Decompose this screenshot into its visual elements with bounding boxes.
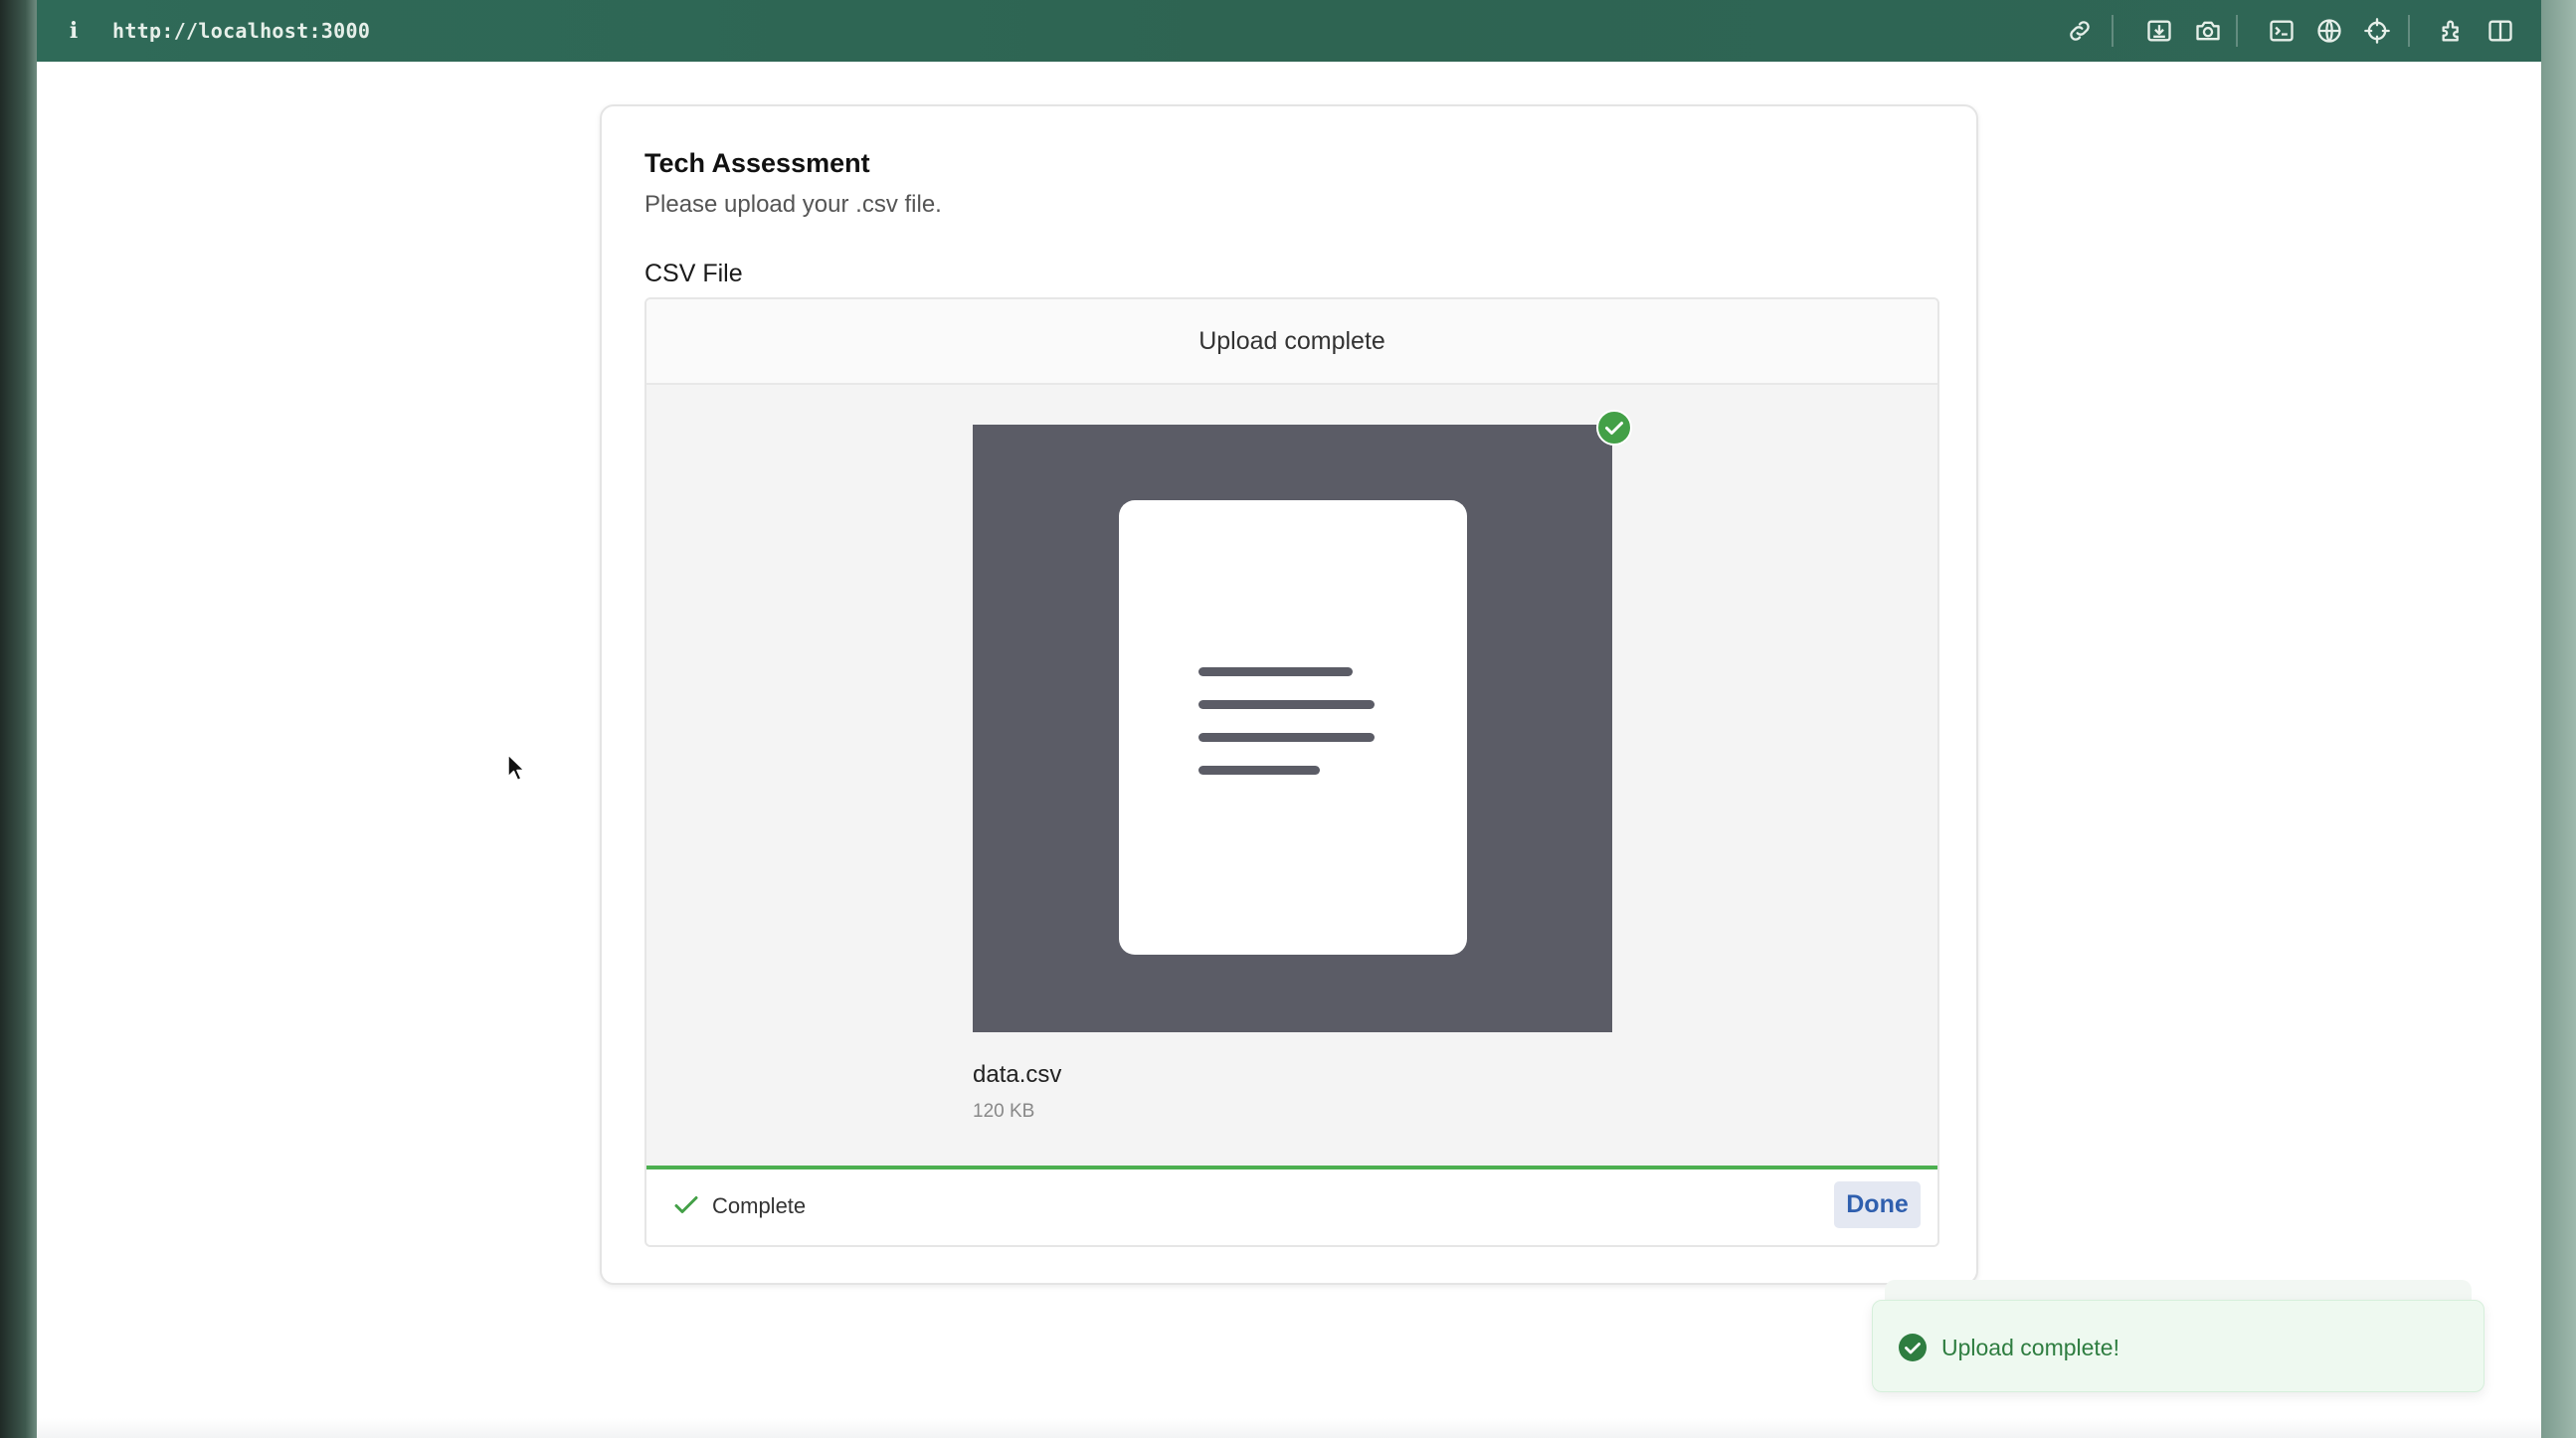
document-line (1198, 700, 1375, 709)
file-name: data.csv (973, 1061, 1062, 1088)
browser-toolbar: i http://localhost:3000 (37, 0, 2541, 62)
download-icon[interactable] (2142, 14, 2176, 48)
card-description: Please upload your .csv file. (644, 191, 942, 218)
mouse-cursor-icon (506, 753, 526, 783)
link-icon[interactable] (2063, 14, 2097, 48)
terminal-icon[interactable] (2265, 14, 2299, 48)
toolbar-separator (2236, 15, 2238, 47)
success-check-icon (1898, 1333, 1928, 1362)
upload-status-text: Complete (712, 1193, 807, 1218)
split-view-icon[interactable] (2484, 14, 2517, 48)
toast-notification[interactable]: Upload complete! (1872, 1300, 2484, 1392)
info-icon[interactable]: i (59, 18, 89, 44)
document-line (1198, 667, 1353, 676)
toolbar-separator (2112, 15, 2114, 47)
uploader-header: Upload complete (646, 299, 1937, 385)
desktop-edge-left (0, 0, 37, 1438)
uploader-status-bar: Complete Done (646, 1166, 1937, 1245)
document-line (1198, 766, 1320, 775)
globe-icon[interactable] (2312, 14, 2346, 48)
file-thumbnail[interactable] (973, 425, 1612, 1032)
document-line (1198, 733, 1375, 742)
bottom-fade (37, 1418, 2541, 1438)
card-title: Tech Assessment (644, 148, 870, 178)
checkmark-icon (672, 1191, 700, 1219)
file-size: 120 KB (973, 1101, 1035, 1122)
browser-window: i http://localhost:3000 Tech Assessment … (37, 0, 2541, 1438)
camera-icon[interactable] (2191, 14, 2225, 48)
toolbar-separator (2408, 15, 2410, 47)
toast-message: Upload complete! (1941, 1335, 2119, 1360)
file-uploader: Upload complete data.csv 120 KB Complete… (644, 297, 1939, 1247)
extensions-icon[interactable] (2436, 14, 2470, 48)
assessment-card: Tech Assessment Please upload your .csv … (600, 104, 1978, 1285)
crosshair-icon[interactable] (2360, 14, 2394, 48)
csv-field-label: CSV File (644, 260, 743, 287)
upload-success-check-icon (1596, 410, 1632, 446)
desktop-edge-right (2541, 0, 2576, 1438)
document-icon (1119, 500, 1467, 955)
url-text[interactable]: http://localhost:3000 (112, 19, 370, 43)
done-button[interactable]: Done (1834, 1181, 1921, 1228)
